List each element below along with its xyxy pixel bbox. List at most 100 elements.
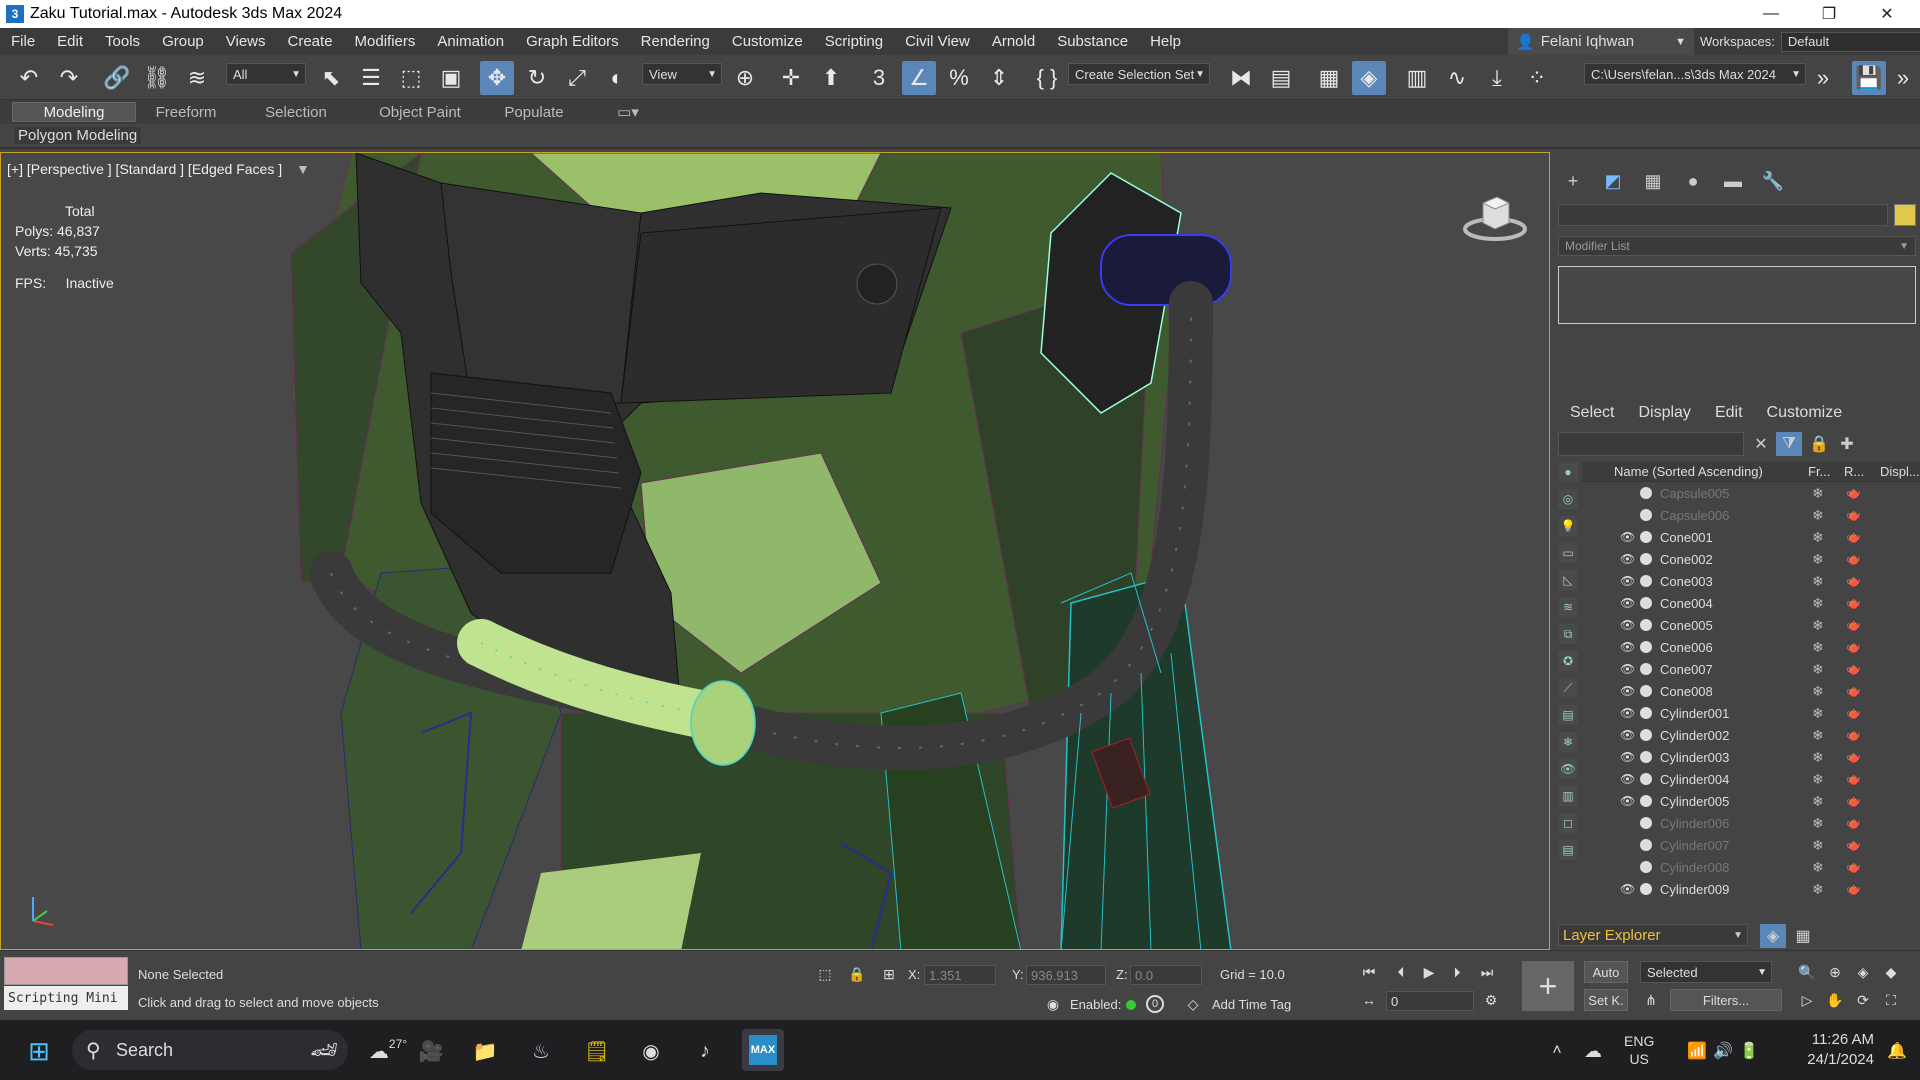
layer-explorer-icon[interactable]: ◈ bbox=[1760, 924, 1786, 948]
renderable-toggle-icon[interactable]: 🫖 bbox=[1846, 728, 1861, 742]
menu-civil-view[interactable]: Civil View bbox=[894, 33, 981, 50]
named-selection-sets-icon[interactable]: { } bbox=[1030, 61, 1064, 95]
create-selection-set-dropdown[interactable]: Create Selection Set ▼ bbox=[1068, 63, 1210, 85]
play-icon[interactable]: ▶ bbox=[1418, 961, 1440, 983]
modifier-stack[interactable] bbox=[1558, 266, 1916, 324]
chrome-icon[interactable]: ◉ bbox=[634, 1034, 668, 1068]
scripting-mini-listener[interactable]: Scripting Mini bbox=[4, 986, 128, 1010]
go-to-start-icon[interactable]: ⏮ bbox=[1358, 961, 1380, 983]
weather-widget[interactable]: ☁ 27° bbox=[358, 1034, 418, 1068]
renderable-toggle-icon[interactable]: 🫖 bbox=[1846, 640, 1861, 654]
place-icon[interactable]: ◐ bbox=[600, 61, 634, 95]
table-row[interactable]: 👁 Cone008 ❄ 🫖 bbox=[1582, 680, 1920, 702]
table-row[interactable]: 👁 Cone006 ❄ 🫖 bbox=[1582, 636, 1920, 658]
menu-views[interactable]: Views bbox=[215, 33, 277, 50]
renderable-toggle-icon[interactable]: 🫖 bbox=[1846, 794, 1861, 808]
undo-icon[interactable]: ↶ bbox=[12, 61, 46, 95]
scene-explorer-select-menu[interactable]: Select bbox=[1570, 404, 1614, 422]
set-key-button[interactable]: Set K. bbox=[1584, 989, 1628, 1011]
tab-modeling[interactable]: Modeling bbox=[12, 102, 136, 122]
freeze-toggle-icon[interactable]: ❄ bbox=[1812, 727, 1824, 744]
eye-icon[interactable]: 👁 bbox=[1620, 552, 1635, 566]
menu-tools[interactable]: Tools bbox=[94, 33, 151, 50]
freeze-toggle-icon[interactable]: ❄ bbox=[1812, 617, 1824, 634]
isolate-selection-icon[interactable]: ⬚ bbox=[814, 963, 836, 985]
align-icon[interactable]: ▤ bbox=[1264, 61, 1298, 95]
freeze-toggle-icon[interactable]: ❄ bbox=[1812, 639, 1824, 656]
tab-populate[interactable]: Populate bbox=[484, 102, 584, 122]
time-tag-icon[interactable]: ◇ bbox=[1182, 993, 1204, 1015]
renderable-toggle-icon[interactable]: 🫖 bbox=[1846, 816, 1861, 830]
lock-icon[interactable]: 🔒 bbox=[1806, 432, 1832, 456]
eye-icon[interactable]: 👁 bbox=[1620, 706, 1635, 720]
viewport-label[interactable]: [+] [Perspective ] [Standard ] [Edged Fa… bbox=[7, 161, 310, 177]
menu-substance[interactable]: Substance bbox=[1046, 33, 1139, 50]
eye-icon[interactable]: 👁 bbox=[1620, 618, 1635, 632]
table-row[interactable]: 👁 Cylinder005 ❄ 🫖 bbox=[1582, 790, 1920, 812]
save-icon[interactable]: 💾 bbox=[1852, 61, 1886, 95]
display-invert-icon[interactable]: ▤ bbox=[1558, 840, 1578, 860]
current-frame-field[interactable]: 0 bbox=[1386, 991, 1474, 1011]
menu-group[interactable]: Group bbox=[151, 33, 215, 50]
key-filter-dropdown[interactable]: Selected ▼ bbox=[1640, 961, 1772, 983]
renderable-toggle-icon[interactable]: 🫖 bbox=[1846, 750, 1861, 764]
percent-snap-icon[interactable]: % bbox=[942, 61, 976, 95]
table-row[interactable]: 👁 Cone007 ❄ 🫖 bbox=[1582, 658, 1920, 680]
maxscript-listener[interactable] bbox=[4, 957, 128, 985]
renderable-toggle-icon[interactable]: 🫖 bbox=[1846, 486, 1861, 500]
taskbar-search[interactable]: ⚲ Search 🏎 bbox=[72, 1030, 348, 1070]
display-all-icon[interactable]: ▥ bbox=[1558, 786, 1578, 806]
display-cameras-icon[interactable]: ▭ bbox=[1558, 543, 1578, 563]
link-icon[interactable]: 🔗 bbox=[100, 61, 134, 95]
renderable-toggle-icon[interactable]: 🫖 bbox=[1846, 508, 1861, 522]
menu-help[interactable]: Help bbox=[1139, 33, 1192, 50]
renderable-toggle-icon[interactable]: 🫖 bbox=[1846, 684, 1861, 698]
tab-freeform[interactable]: Freeform bbox=[136, 102, 236, 122]
display-lights-icon[interactable]: 💡 bbox=[1558, 516, 1578, 536]
eye-icon[interactable]: 👁 bbox=[1620, 640, 1635, 654]
scene-explorer-icon[interactable]: ▦ bbox=[1790, 924, 1816, 948]
freeze-toggle-icon[interactable]: ❄ bbox=[1812, 529, 1824, 546]
table-row[interactable]: 👁 Cone001 ❄ 🫖 bbox=[1582, 526, 1920, 548]
unlink-icon[interactable]: ⛓ bbox=[140, 61, 174, 95]
viewport-label-text[interactable]: [+] [Perspective ] [Standard ] [Edged Fa… bbox=[7, 161, 282, 177]
renderable-toggle-icon[interactable]: 🫖 bbox=[1846, 618, 1861, 632]
selection-filter-dropdown[interactable]: All ▼ bbox=[226, 63, 306, 85]
curve-editor-icon[interactable]: ∿ bbox=[1440, 61, 1474, 95]
display-hidden-icon[interactable]: 👁 bbox=[1558, 759, 1578, 779]
clear-search-icon[interactable]: ✕ bbox=[1748, 432, 1774, 456]
freeze-toggle-icon[interactable]: ❄ bbox=[1812, 595, 1824, 612]
menu-scripting[interactable]: Scripting bbox=[814, 33, 894, 50]
perspective-viewport[interactable]: [+] [Perspective ] [Standard ] [Edged Fa… bbox=[0, 152, 1550, 950]
eye-icon[interactable]: 👁 bbox=[1620, 574, 1635, 588]
file-explorer-icon[interactable]: 📁 bbox=[468, 1034, 502, 1068]
maximize-viewport-icon[interactable]: ⛶ bbox=[1880, 989, 1902, 1011]
column-name[interactable]: Name (Sorted Ascending) bbox=[1614, 464, 1763, 479]
freeze-toggle-icon[interactable]: ❄ bbox=[1812, 771, 1824, 788]
mirror-icon[interactable]: ⧓ bbox=[1224, 61, 1258, 95]
viewcube-icon[interactable] bbox=[1463, 191, 1527, 243]
rotate-icon[interactable]: ↻ bbox=[520, 61, 554, 95]
tab-selection[interactable]: Selection bbox=[244, 102, 348, 122]
key-mode-toggle-icon[interactable]: ↔ bbox=[1358, 989, 1380, 1011]
display-spacewarps-icon[interactable]: ≋ bbox=[1558, 597, 1578, 617]
menu-create[interactable]: Create bbox=[277, 33, 344, 50]
renderable-toggle-icon[interactable]: 🫖 bbox=[1846, 838, 1861, 852]
y-coordinate-field[interactable]: 936.913 bbox=[1026, 965, 1106, 985]
default-in-out-tangents-icon[interactable]: ⋔ bbox=[1640, 989, 1662, 1011]
modifier-list-dropdown[interactable]: Modifier List ▼ bbox=[1558, 236, 1916, 256]
select-object-icon[interactable]: ⬉ bbox=[314, 61, 348, 95]
eye-icon[interactable]: 👁 bbox=[1620, 728, 1635, 742]
eye-icon[interactable]: 👁 bbox=[1620, 662, 1635, 676]
table-row[interactable]: 👁 Cylinder003 ❄ 🫖 bbox=[1582, 746, 1920, 768]
tab-object-paint[interactable]: Object Paint bbox=[370, 102, 470, 122]
minimize-icon[interactable]: — bbox=[1742, 0, 1800, 28]
zoom-icon[interactable]: 🔍 bbox=[1796, 961, 1818, 983]
display-frozen-icon[interactable]: ❄ bbox=[1558, 732, 1578, 752]
ribbon-options-icon[interactable]: ▭▾ bbox=[610, 102, 646, 122]
filter-icon[interactable]: ▼ bbox=[296, 161, 310, 177]
freeze-toggle-icon[interactable]: ❄ bbox=[1812, 573, 1824, 590]
freeze-toggle-icon[interactable]: ❄ bbox=[1812, 551, 1824, 568]
select-by-name-icon[interactable]: ☰ bbox=[354, 61, 388, 95]
eye-icon[interactable]: 👁 bbox=[1620, 750, 1635, 764]
